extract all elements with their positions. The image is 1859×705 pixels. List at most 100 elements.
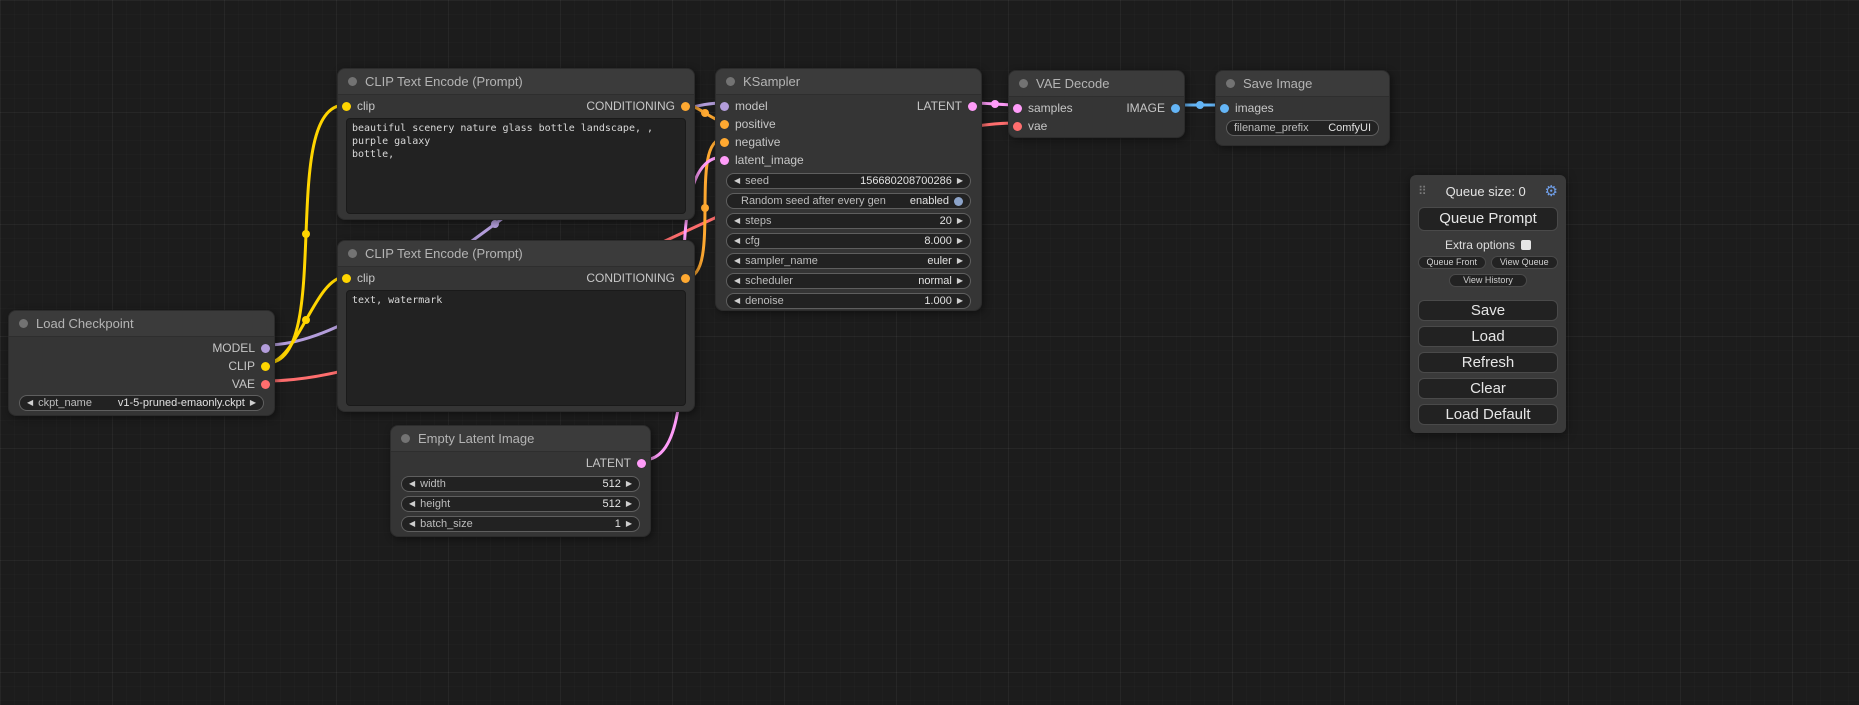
link-midpoint-image[interactable] — [1196, 101, 1204, 109]
node-vae-decode[interactable]: VAE Decode samples IMAGE vae — [1008, 70, 1185, 138]
widget-value: ComfyUI — [1328, 122, 1371, 134]
node-clip-text-encode-negative[interactable]: CLIP Text Encode (Prompt) clip CONDITION… — [337, 240, 695, 412]
collapse-toggle-icon[interactable] — [348, 77, 357, 86]
output-slot-conditioning[interactable] — [681, 274, 690, 283]
node-empty-latent-image[interactable]: Empty Latent Image LATENT ◀ width 512 ▶ … — [390, 425, 651, 537]
link-midpoint-conditioning-negative[interactable] — [701, 204, 709, 212]
input-slot-clip[interactable] — [342, 102, 351, 111]
widget-batch-size[interactable]: ◀ batch_size 1 ▶ — [401, 516, 640, 532]
decrement-arrow-icon[interactable]: ◀ — [734, 217, 740, 225]
node-load-checkpoint[interactable]: Load Checkpoint MODEL CLIP VAE ◀ ckpt_na… — [8, 310, 275, 416]
widget-value: 156680208700286 — [860, 175, 952, 187]
decrement-arrow-icon[interactable]: ◀ — [734, 177, 740, 185]
output-slot-vae[interactable] — [261, 380, 270, 389]
decrement-arrow-icon[interactable]: ◀ — [734, 257, 740, 265]
collapse-toggle-icon[interactable] — [1019, 79, 1028, 88]
widget-value: 1.000 — [924, 295, 952, 307]
input-slot-model[interactable] — [720, 102, 729, 111]
increment-arrow-icon[interactable]: ▶ — [957, 217, 963, 225]
increment-arrow-icon[interactable]: ▶ — [957, 277, 963, 285]
decrement-arrow-icon[interactable]: ◀ — [734, 277, 740, 285]
increment-arrow-icon[interactable]: ▶ — [957, 177, 963, 185]
load-default-button[interactable]: Load Default — [1418, 404, 1558, 425]
output-slot-latent[interactable] — [637, 459, 646, 468]
widget-height[interactable]: ◀ height 512 ▶ — [401, 496, 640, 512]
input-slot-images[interactable] — [1220, 104, 1229, 113]
input-slot-negative[interactable] — [720, 138, 729, 147]
node-graph-canvas[interactable]: Load Checkpoint MODEL CLIP VAE ◀ ckpt_na… — [0, 0, 1859, 705]
prompt-text-input[interactable]: beautiful scenery nature glass bottle la… — [346, 118, 686, 214]
output-slot-latent[interactable] — [968, 102, 977, 111]
node-title-bar[interactable]: CLIP Text Encode (Prompt) — [338, 69, 694, 95]
output-slot-clip[interactable] — [261, 362, 270, 371]
link-midpoint-latent-samples[interactable] — [991, 100, 999, 108]
increment-arrow-icon[interactable]: ▶ — [626, 520, 632, 528]
drag-handle-icon[interactable]: ⠿ — [1418, 184, 1427, 198]
input-slot-clip[interactable] — [342, 274, 351, 283]
node-title-bar[interactable]: CLIP Text Encode (Prompt) — [338, 241, 694, 267]
queue-prompt-button[interactable]: Queue Prompt — [1418, 207, 1558, 231]
increment-arrow-icon[interactable]: ▶ — [957, 257, 963, 265]
node-save-image[interactable]: Save Image images filename_prefix ComfyU… — [1215, 70, 1390, 146]
increment-arrow-icon[interactable]: ▶ — [957, 237, 963, 245]
queue-front-button[interactable]: Queue Front — [1418, 256, 1486, 269]
widget-cfg[interactable]: ◀ cfg 8.000 ▶ — [726, 233, 971, 249]
node-clip-text-encode-positive[interactable]: CLIP Text Encode (Prompt) clip CONDITION… — [337, 68, 695, 220]
increment-arrow-icon[interactable]: ▶ — [626, 480, 632, 488]
input-slot-samples[interactable] — [1013, 104, 1022, 113]
link-midpoint-clip-positive[interactable] — [302, 230, 310, 238]
input-slot-latent-image[interactable] — [720, 156, 729, 165]
save-button[interactable]: Save — [1418, 300, 1558, 321]
increment-arrow-icon[interactable]: ▶ — [626, 500, 632, 508]
increment-arrow-icon[interactable]: ▶ — [957, 297, 963, 305]
widget-ckpt-name[interactable]: ◀ ckpt_name v1-5-pruned-emaonly.ckpt ▶ — [19, 395, 264, 411]
output-slot-model[interactable] — [261, 344, 270, 353]
widget-denoise[interactable]: ◀ denoise 1.000 ▶ — [726, 293, 971, 309]
input-slot-vae[interactable] — [1013, 122, 1022, 131]
widget-sampler-name[interactable]: ◀ sampler_name euler ▶ — [726, 253, 971, 269]
widget-width[interactable]: ◀ width 512 ▶ — [401, 476, 640, 492]
clear-button[interactable]: Clear — [1418, 378, 1558, 399]
decrement-arrow-icon[interactable]: ◀ — [409, 480, 415, 488]
node-title-bar[interactable]: Empty Latent Image — [391, 426, 650, 452]
node-title-bar[interactable]: KSampler — [716, 69, 981, 95]
output-slot-conditioning[interactable] — [681, 102, 690, 111]
collapse-toggle-icon[interactable] — [19, 319, 28, 328]
widget-scheduler[interactable]: ◀ scheduler normal ▶ — [726, 273, 971, 289]
decrement-arrow-icon[interactable]: ◀ — [409, 520, 415, 528]
decrement-arrow-icon[interactable]: ◀ — [27, 399, 33, 407]
collapse-toggle-icon[interactable] — [348, 249, 357, 258]
prompt-text-input[interactable]: text, watermark — [346, 290, 686, 406]
widget-steps[interactable]: ◀ steps 20 ▶ — [726, 213, 971, 229]
widget-random-seed-toggle[interactable]: Random seed after every gen enabled — [726, 193, 971, 209]
widget-filename-prefix[interactable]: filename_prefix ComfyUI — [1226, 120, 1379, 136]
load-button[interactable]: Load — [1418, 326, 1558, 347]
widget-value: 20 — [940, 215, 952, 227]
settings-gear-icon[interactable]: ⚙ — [1545, 184, 1558, 199]
link-midpoint-clip-negative[interactable] — [302, 316, 310, 324]
input-slot-label: latent_image — [735, 153, 804, 167]
input-slot-positive[interactable] — [720, 120, 729, 129]
collapse-toggle-icon[interactable] — [1226, 79, 1235, 88]
view-history-button[interactable]: View History — [1449, 274, 1527, 287]
node-title: KSampler — [743, 74, 800, 89]
decrement-arrow-icon[interactable]: ◀ — [734, 237, 740, 245]
collapse-toggle-icon[interactable] — [401, 434, 410, 443]
extra-options-checkbox[interactable] — [1521, 240, 1531, 250]
output-slot-image[interactable] — [1171, 104, 1180, 113]
collapse-toggle-icon[interactable] — [726, 77, 735, 86]
node-title-bar[interactable]: Load Checkpoint — [9, 311, 274, 337]
output-slot-label: CONDITIONING — [586, 271, 675, 285]
view-queue-button[interactable]: View Queue — [1491, 256, 1559, 269]
link-midpoint-model[interactable] — [491, 220, 499, 228]
widget-seed[interactable]: ◀ seed 156680208700286 ▶ — [726, 173, 971, 189]
node-ksampler[interactable]: KSampler model LATENT positive negative … — [715, 68, 982, 311]
decrement-arrow-icon[interactable]: ◀ — [734, 297, 740, 305]
refresh-button[interactable]: Refresh — [1418, 352, 1558, 373]
node-title-bar[interactable]: Save Image — [1216, 71, 1389, 97]
decrement-arrow-icon[interactable]: ◀ — [409, 500, 415, 508]
increment-arrow-icon[interactable]: ▶ — [250, 399, 256, 407]
node-title-bar[interactable]: VAE Decode — [1009, 71, 1184, 97]
link-midpoint-conditioning-positive[interactable] — [701, 109, 709, 117]
widget-label: steps — [745, 215, 771, 227]
